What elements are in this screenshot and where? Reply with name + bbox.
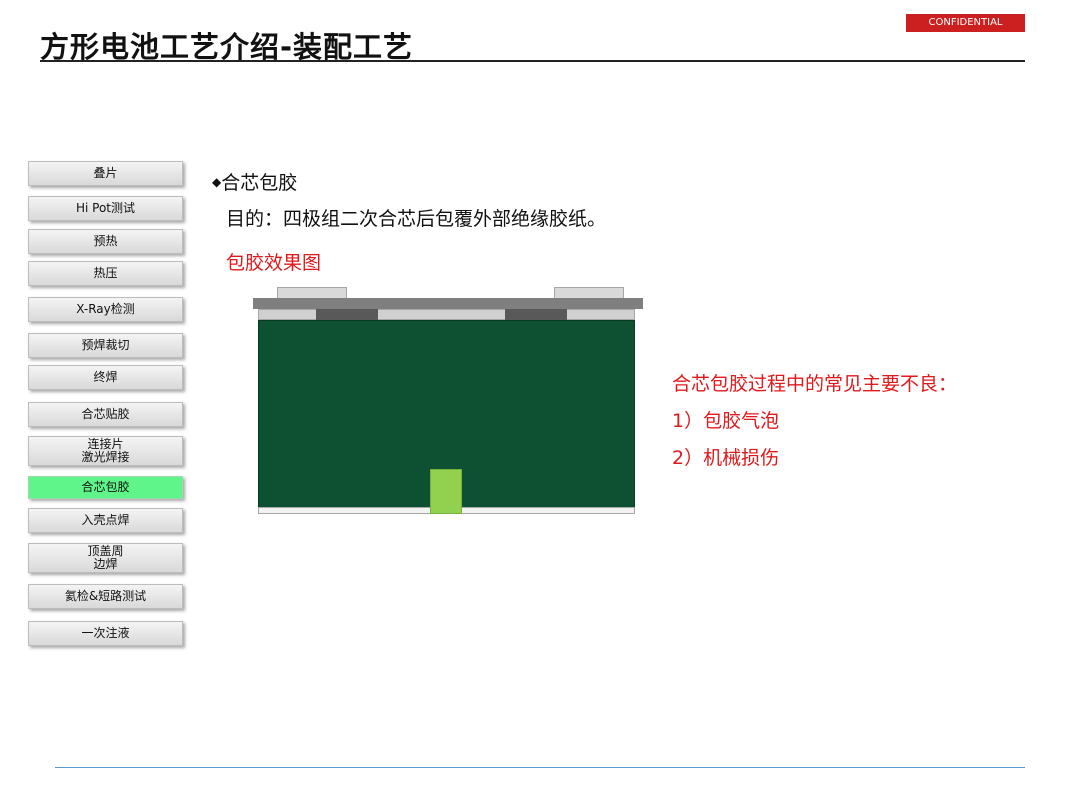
connector-left bbox=[316, 309, 378, 320]
confidential-badge: CONFIDENTIAL bbox=[906, 14, 1025, 32]
step-first-injection[interactable]: 一次注液 bbox=[28, 621, 183, 646]
step-pre-weld-cutting[interactable]: 预焊裁切 bbox=[28, 333, 183, 358]
step-xray-inspection[interactable]: X-Ray检测 bbox=[28, 297, 183, 322]
defects-panel: 合芯包胶过程中的常见主要不良： 1）包胶气泡 2）机械损伤 bbox=[672, 366, 957, 477]
step-preheat[interactable]: 预热 bbox=[28, 229, 183, 254]
footer-divider bbox=[55, 767, 1025, 768]
diamond-bullet-icon: ◆ bbox=[212, 175, 222, 189]
step-hipot-test[interactable]: Hi Pot测试 bbox=[28, 196, 183, 221]
step-connector-laser-weld[interactable]: 连接片 激光焊接 bbox=[28, 436, 183, 466]
section-heading-text: 合芯包胶 bbox=[221, 172, 298, 194]
insulation-strip-top bbox=[258, 309, 635, 320]
defect-item: 1）包胶气泡 bbox=[672, 410, 780, 432]
defect-item: 2）机械损伤 bbox=[672, 447, 780, 469]
tape-patch bbox=[430, 469, 462, 514]
step-stacking[interactable]: 叠片 bbox=[28, 161, 183, 186]
diagram-label: 包胶效果图 bbox=[226, 252, 322, 274]
step-core-taping[interactable]: 合芯贴胶 bbox=[28, 402, 183, 427]
defects-title: 合芯包胶过程中的常见主要不良： bbox=[672, 373, 958, 395]
step-helium-short-test[interactable]: 氦检&短路测试 bbox=[28, 584, 183, 609]
purpose-text: 目的：四极组二次合芯后包覆外部绝缘胶纸。 bbox=[226, 208, 607, 230]
step-case-spot-weld[interactable]: 入壳点焊 bbox=[28, 508, 183, 533]
step-hot-press[interactable]: 热压 bbox=[28, 261, 183, 286]
step-top-cover-weld[interactable]: 顶盖周 边焊 bbox=[28, 543, 183, 573]
connector-right bbox=[505, 309, 567, 320]
title-divider bbox=[40, 60, 1025, 62]
section-heading: ◆合芯包胶 bbox=[212, 168, 297, 195]
battery-wrap-diagram bbox=[250, 285, 645, 517]
top-cover-plate bbox=[253, 298, 643, 309]
step-core-wrapping[interactable]: 合芯包胶 bbox=[28, 476, 183, 499]
step-final-weld[interactable]: 终焊 bbox=[28, 365, 183, 390]
